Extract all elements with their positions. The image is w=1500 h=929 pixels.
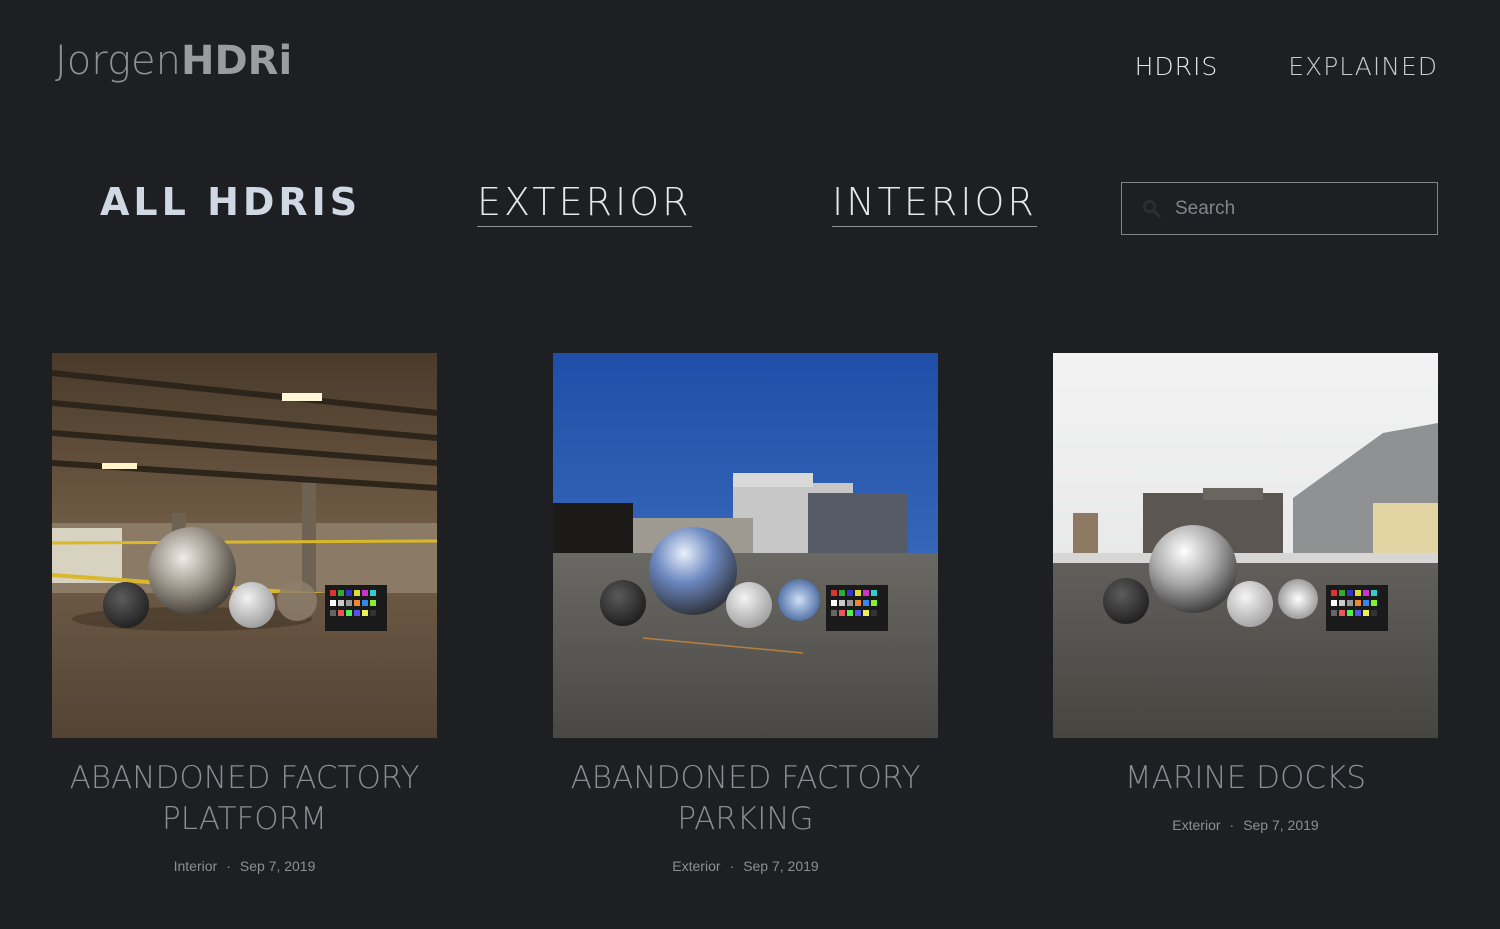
hdri-card[interactable]: ABANDONED FACTORY PLATFORM Interior · Sep … [52, 353, 437, 874]
logo-text-bold: HDRi [180, 38, 293, 84]
hdri-category[interactable]: Exterior [672, 858, 720, 874]
separator-dot: · [729, 858, 735, 874]
logo-text-light: Jorgen [55, 38, 181, 84]
hdri-title[interactable]: ABANDONED FACTORY PLATFORM [52, 758, 437, 840]
search-input[interactable] [1175, 197, 1415, 220]
page: JorgenHDRi HDRIS EXPLAINED ALL HDRIS EXT… [0, 0, 1500, 929]
hdri-title-line: ABANDONED FACTORY [69, 760, 420, 796]
hdri-meta: Interior · Sep 7, 2019 [52, 858, 437, 874]
filter-interior[interactable]: INTERIOR [832, 180, 1037, 227]
nav-explained[interactable]: EXPLAINED [1288, 52, 1438, 81]
hdri-category[interactable]: Interior [174, 858, 218, 874]
hdri-title-line: PARKING [677, 801, 814, 837]
separator-dot: · [1229, 817, 1235, 833]
filter-all-hdris[interactable]: ALL HDRIS [100, 180, 361, 226]
hdri-thumbnail[interactable] [553, 353, 938, 738]
hdri-meta: Exterior · Sep 7, 2019 [553, 858, 938, 874]
hdri-card[interactable]: ABANDONED FACTORY PARKING Exterior · Sep 7… [553, 353, 938, 874]
hdri-thumbnail[interactable] [1053, 353, 1438, 738]
hdri-date: Sep 7, 2019 [1243, 817, 1319, 833]
site-logo[interactable]: JorgenHDRi [55, 38, 292, 84]
hdri-card[interactable]: MARINE DOCKS Exterior · Sep 7, 2019 [1053, 353, 1438, 833]
hdri-title-line: MARINE DOCKS [1124, 760, 1367, 796]
hdri-thumbnail[interactable] [52, 353, 437, 738]
hdri-title[interactable]: ABANDONED FACTORY PARKING [553, 758, 938, 840]
hdri-title-line: ABANDONED FACTORY [570, 760, 921, 796]
hdri-title-line: PLATFORM [162, 801, 327, 837]
filter-exterior[interactable]: EXTERIOR [477, 180, 692, 227]
search-icon [1142, 199, 1161, 218]
nav-hdris[interactable]: HDRIS [1135, 52, 1219, 81]
search-box[interactable] [1121, 182, 1438, 235]
hdri-category[interactable]: Exterior [1172, 817, 1220, 833]
separator-dot: · [226, 858, 231, 874]
hdri-title[interactable]: MARINE DOCKS [1053, 758, 1438, 799]
hdri-date: Sep 7, 2019 [743, 858, 819, 874]
hdri-meta: Exterior · Sep 7, 2019 [1053, 817, 1438, 833]
hdri-date: Sep 7, 2019 [239, 858, 316, 874]
top-nav: HDRIS EXPLAINED [1135, 52, 1438, 81]
